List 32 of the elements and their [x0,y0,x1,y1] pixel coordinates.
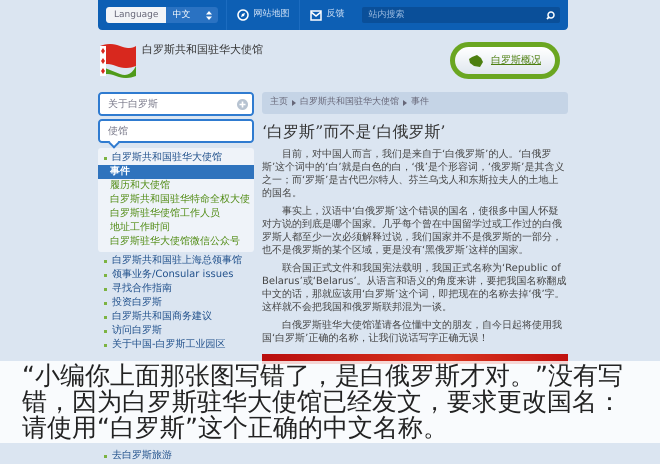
section-tab[interactable]: 关于白罗斯 [98,92,254,116]
article-paragraph: 目前，对中国人而言，我们是来自于‘白俄罗斯’的人。‘白俄罗斯’这个词中的‘白’就是白色的白，‘俄’是个形容词，‘俄罗斯’是其含义之一；而‘罗斯’是古代巴尔特人、芬兰乌戈人和东斯拉夫人的土地上的国名。 [262,148,566,200]
language-label: Language [106,7,166,23]
menu-link[interactable]: 白罗斯共和国驻华大使馆 [112,151,222,165]
menu-link[interactable]: 寻找合作指南 [112,282,172,296]
submenu-item[interactable]: 地址工作时间 [98,221,254,235]
toolbar-link[interactable]: 网站地图 [226,0,300,30]
article-paragraph: 联合国正式文件和我国宪法载明，我国正式名称为‘Republic of Belarus’或‘Belarus’。从语言和语义的角度来讲，要把我国名称翻成中文的话，那就应该用‘白罗斯’这个词，即把现在的名称去掉‘俄’字。这样就不会把我国和俄罗斯联邦混为一谈。 [262,262,568,314]
overview-button[interactable]: 白罗斯概况 [450,42,560,79]
menu-link[interactable]: 关于中国-白罗斯工业园区 [112,338,226,352]
toolbar-link[interactable]: 反馈 [299,0,354,30]
submenu-item[interactable]: 白罗斯驻华使馆工作人员 [98,207,254,221]
caption-text: “小编你上面那张图写错了，是白俄罗斯才对。”没有写错，因为白罗斯驻华大使馆已经发文，要求更改国名：请使用“白罗斯”这个正确的中文名称。 [22,363,624,441]
submenu-item[interactable]: 白罗斯驻华大使馆微信公众号 [98,235,254,249]
article-paragraph: 白俄罗斯驻华大使馆谨请各位懂中文的朋友，自今日起将使用我国‘白罗斯’正确的名称，让我们说话写字正确无误！ [262,318,563,344]
article-paragraph: 事实上，汉语中‘白俄罗斯’这个错误的国名，使很多中国人怀疑对方说的到底是哪个国家。几乎每个曾在中国留学过或工作过的白俄罗斯人都至少一次必须解释过说，我们国家并不是俄罗斯的一部分，也不是俄罗斯的某个区域，更是没有‘黑俄罗斯’这样的国家。 [262,204,563,256]
breadcrumb-link[interactable]: 主页 [270,96,288,110]
search-field[interactable]: 站内搜索 [362,7,560,23]
article-title: ‘白罗斯”而不是‘白俄罗斯’ [262,120,446,142]
site-title: 白罗斯共和国驻华大使馆 [142,42,263,58]
menu-link[interactable]: 投资白罗斯 [112,296,162,310]
submenu-item[interactable]: 白罗斯共和国驻华特命全权大使 [98,193,254,207]
language-select[interactable]: 中文 [166,7,218,23]
submenu-item[interactable]: 事件 [98,165,254,179]
submenu-item[interactable]: 履历和大使馆 [98,179,254,193]
menu-link[interactable]: 去白罗斯旅游 [112,449,172,463]
menu-link[interactable]: 白罗斯共和国商务建议 [112,310,212,324]
menu-link[interactable]: 白罗斯共和国驻上海总领事馆 [112,254,242,268]
breadcrumb-link[interactable]: 白罗斯共和国驻华大使馆 [300,96,399,110]
menu-link[interactable]: 领事业务/Consular issues [112,268,234,282]
breadcrumb-link[interactable]: 事件 [411,96,429,110]
menu-link[interactable]: 访问白罗斯 [112,324,162,338]
